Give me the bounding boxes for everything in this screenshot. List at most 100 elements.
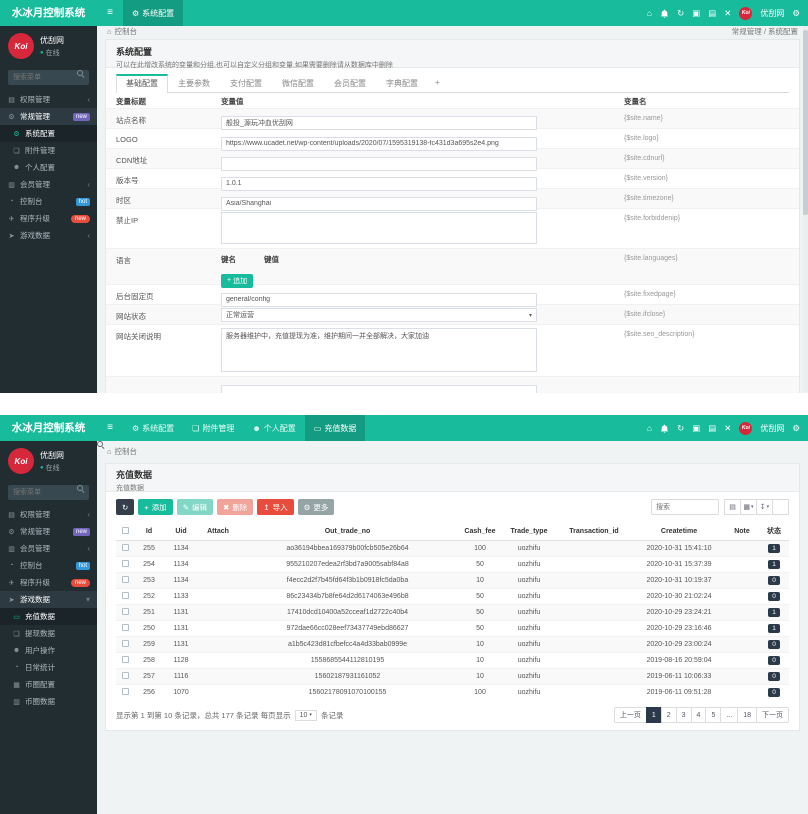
status-badge[interactable]: 1 [768,624,780,633]
col-id[interactable]: Id [134,522,164,541]
sidebar-item-auth[interactable]: ▤ 权限管理 ‹ [0,506,97,523]
table-row[interactable]: 251 1131 17410dcd10400a52cceaf1d2722c40b4 5… [116,604,789,621]
page-next[interactable]: 下一页 [756,707,789,723]
grid-icon[interactable]: ▤ [708,9,716,18]
breadcrumb-home[interactable]: ⌂ 控制台 [107,446,137,457]
col-createtime[interactable]: Createtime [633,522,725,541]
home-icon[interactable]: ⌂ [647,424,652,433]
col-trade-type[interactable]: Trade_type [503,522,555,541]
sidebar-item-profile[interactable]: ☻ 个人配置 [0,159,97,176]
sidebar-toggle-icon[interactable]: ≡ [97,0,123,26]
row-checkbox[interactable] [121,624,129,631]
table-row[interactable]: 250 1131 972dae66cc028eef73437749ebd86627 5… [116,620,789,637]
fullscreen-icon[interactable]: ✕ [724,9,731,18]
col-cash-fee[interactable]: Cash_fee [457,522,503,541]
sidebar-item-withdraw-data[interactable]: ❏ 提现数据 [0,625,97,642]
page-5[interactable]: 5 [705,707,722,723]
row-checkbox[interactable] [121,576,129,583]
more-button[interactable]: ⚙ 更多 [297,499,335,515]
tab-member-config[interactable]: 会员配置 [324,74,376,93]
page-4[interactable]: 4 [690,707,707,723]
version-input[interactable] [221,176,537,191]
status-badge[interactable]: 0 [768,688,780,697]
row-checkbox[interactable] [121,672,129,679]
nav-tab-system-config[interactable]: ⚙ 系统配置 [123,0,184,26]
sidebar-item-members[interactable]: ▥ 会员管理 ‹ [0,540,97,557]
nav-tab-attachments[interactable]: ❏ 附件管理 [183,415,243,441]
table-row[interactable]: 254 1134 955210207edea2rf3bd7a9005sabf84a8… [116,556,789,573]
row-checkbox[interactable] [121,608,129,615]
fixedpage-input[interactable] [221,292,537,307]
refresh-icon[interactable]: ↻ [677,424,684,433]
avatar[interactable]: Koi [739,6,753,20]
breadcrumb-home[interactable]: ⌂ 控制台 [107,26,137,37]
scrollbar[interactable] [803,26,808,393]
sidebar-item-recharge-data[interactable]: ▭ 充值数据 [0,608,97,625]
row-checkbox[interactable] [121,640,129,647]
delete-button[interactable]: ✖ 删除 [216,499,254,515]
table-row[interactable]: 259 1131 a1b5c423d81cfbefcc4a4d33bab0999e 1… [116,636,789,653]
sidebar-item-attachments[interactable]: ❏ 附件管理 [0,142,97,159]
forbidden-ip-textarea[interactable] [221,212,537,244]
row-checkbox[interactable] [121,688,129,695]
sidebar-item-system-config[interactable]: ⚙ 系统配置 [0,125,97,142]
nav-tab-recharge-data[interactable]: ▭ 充值数据 [304,415,366,441]
row-checkbox[interactable] [121,592,129,599]
page-2[interactable]: 2 [660,707,677,723]
sidebar-item-general[interactable]: ⚙ 常规管理 new [0,523,97,540]
sidebar-toggle-icon[interactable]: ≡ [97,415,123,441]
page-3[interactable]: 3 [675,707,692,723]
tab-main-params[interactable]: 主要参数 [168,74,220,93]
page-1[interactable]: 1 [645,707,662,723]
sidebar-item-auth[interactable]: ▤ 权限管理 ‹ [0,91,97,108]
sidebar-item-upgrade[interactable]: ✈ 程序升级 new [0,210,97,227]
sidebar-item-dashboard[interactable]: ◔ 控制台 hot [0,557,97,574]
col-uid[interactable]: Uid [164,522,198,541]
page-size-select[interactable]: 10 ▾ [294,709,317,721]
table-row[interactable]: 255 1134 ao36194bbea169379b00fcb505e26b64 1… [116,540,789,557]
append-button[interactable]: + 追加 [221,273,254,288]
status-badge[interactable]: 1 [768,560,780,569]
status-badge[interactable]: 0 [768,672,780,681]
bell-icon[interactable] [660,424,669,433]
logo-input[interactable] [221,136,537,151]
fullscreen-icon[interactable]: ✕ [724,424,731,433]
box-icon[interactable]: ▣ [692,424,700,433]
sidebar-item-general[interactable]: ⚙ 常规管理 new [0,108,97,125]
table-row[interactable]: 253 1134 f4ecc2d2f7b45fd64f3b1b0918fc5da0b… [116,572,789,589]
scrollbar-thumb[interactable] [803,30,808,215]
sidebar-item-coin-config[interactable]: ▦ 币圈配置 [0,676,97,693]
table-row[interactable]: 258 1128 1558685544112810195 10 uozhifu 2019-… [116,652,789,669]
status-badge[interactable]: 0 [768,592,780,601]
avatar[interactable]: Koi [739,421,753,435]
settings-icon[interactable]: ⚙ [792,9,800,18]
navbar-username[interactable]: 优刮网 [760,8,784,19]
navbar-username[interactable]: 优刮网 [760,423,784,434]
edit-button[interactable]: ✎ 编辑 [176,499,213,515]
status-badge[interactable]: 0 [768,640,780,649]
home-icon[interactable]: ⌂ [647,9,652,18]
row-checkbox[interactable] [121,544,129,551]
col-note[interactable]: Note [725,522,759,541]
tab-basic-config[interactable]: 基础配置 [116,74,168,93]
nav-tab-system-config[interactable]: ⚙ 系统配置 [123,415,183,441]
settings-icon[interactable]: ⚙ [792,424,800,433]
table-row[interactable]: 257 1116 15602187931161052 10 uozhifu 2019-06… [116,668,789,685]
sidebar-item-game-data[interactable]: ➤ 游戏数据 ▾ [0,591,97,608]
list-view-button[interactable]: ▤ [724,499,741,515]
box-icon[interactable]: ▣ [692,9,700,18]
nav-tab-profile[interactable]: ☻ 个人配置 [243,415,304,441]
status-badge[interactable]: 0 [768,656,780,665]
import-button[interactable]: ↥ 导入 [257,499,294,515]
bell-icon[interactable] [660,9,669,18]
tab-add[interactable]: + [428,74,447,93]
site-status-select[interactable]: 正常运营 ▾ [221,308,537,322]
cdn-input[interactable] [221,156,537,171]
search-button[interactable] [772,499,789,515]
add-button[interactable]: + 添加 [138,499,173,515]
page-ellipsis[interactable]: ... [720,707,739,723]
table-search-input[interactable] [651,499,719,515]
status-badge[interactable]: 1 [768,608,780,617]
sidebar-item-dashboard[interactable]: ◔ 控制台 hot [0,193,97,210]
select-all-header[interactable] [116,522,134,541]
